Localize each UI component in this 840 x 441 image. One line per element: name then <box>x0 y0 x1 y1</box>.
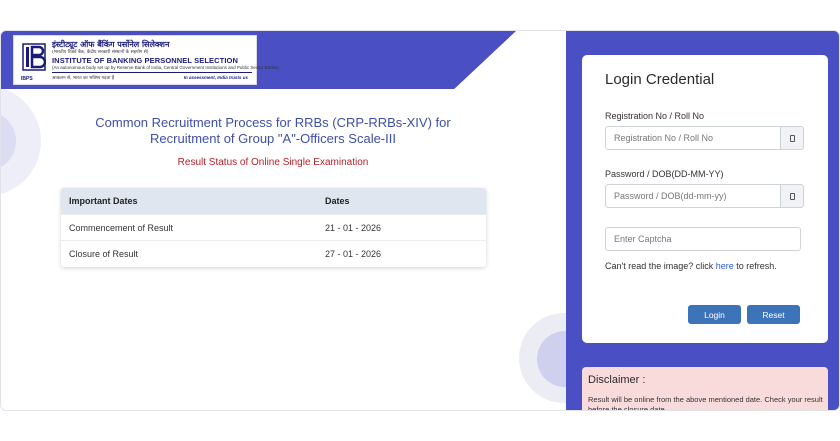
eye-icon <box>789 192 795 200</box>
captcha-refresh-text: Can't read the image? click here to refr… <box>605 261 777 271</box>
eye-icon <box>789 134 795 142</box>
refresh-suffix: to refresh. <box>733 261 777 271</box>
registration-input[interactable] <box>605 126 781 150</box>
logo-tagline-hindi: आकलन से, भारत का भविष्य गढ़ता है <box>52 76 115 81</box>
login-button[interactable]: Login <box>688 305 741 324</box>
disclaimer-title: Disclaimer : <box>588 374 646 386</box>
logo-english-subtitle: (An autonomous body set up by Reserve Ba… <box>52 65 279 70</box>
page-subtitle: Result Status of Online Single Examinati… <box>177 157 369 168</box>
logo-hindi-subtitle: (भारतीय रिज़र्व बैंक, केंद्रीय सरकारी सं… <box>52 50 149 55</box>
login-panel: Login Credential Registration No / Roll … <box>566 31 839 411</box>
column-header-dates: Dates <box>325 196 350 206</box>
login-form: Login Credential Registration No / Roll … <box>582 55 828 343</box>
password-toggle-button[interactable] <box>781 184 804 208</box>
disclaimer-box: Disclaimer : Result will be online from … <box>582 367 828 411</box>
table-header-row: Important Dates Dates <box>61 188 486 215</box>
login-title: Login Credential <box>605 71 715 88</box>
page: IBPS इंस्टीट्यूट ऑफ बैंकिंग पर्सोनेल सिल… <box>0 0 840 441</box>
captcha-refresh-link[interactable]: here <box>716 261 734 271</box>
main-card: IBPS इंस्टीट्यूट ऑफ बैंकिंग पर्सोनेल सिल… <box>0 30 840 411</box>
ibps-logo: IBPS इंस्टीट्यूट ऑफ बैंकिंग पर्सोनेल सिल… <box>13 35 279 85</box>
page-title: Common Recruitment Process for RRBs (CRP… <box>95 115 451 146</box>
password-input[interactable] <box>605 184 781 208</box>
reset-button[interactable]: Reset <box>747 305 800 324</box>
ibps-emblem-icon <box>22 43 46 71</box>
disclaimer-text: Result will be online from the above men… <box>588 395 823 411</box>
refresh-prefix: Can't read the image? click <box>605 261 716 271</box>
important-dates-table: Important Dates Dates Commencement of Re… <box>61 188 486 267</box>
logo-divider <box>52 72 252 73</box>
table-cell-event: Closure of Result <box>69 249 139 259</box>
column-header-event: Important Dates <box>69 196 138 206</box>
captcha-input[interactable] <box>605 227 801 251</box>
logo-english-name: INSTITUTE OF BANKING PERSONNEL SELECTION <box>52 56 238 65</box>
registration-label: Registration No / Roll No <box>605 111 705 121</box>
registration-toggle-button[interactable] <box>781 126 804 150</box>
logo-abbreviation: IBPS <box>21 76 33 82</box>
table-cell-date: 21 - 01 - 2026 <box>325 222 382 233</box>
table-cell-event: Commencement of Result <box>69 222 174 233</box>
logo-tagline-english: In assessment, India trusts us <box>183 75 248 80</box>
password-label: Password / DOB(DD-MM-YY) <box>605 169 724 179</box>
table-row: Closure of Result 27 - 01 - 2026 <box>61 241 486 267</box>
table-row: Commencement of Result 21 - 01 - 2026 <box>61 215 486 241</box>
table-cell-date: 27 - 01 - 2026 <box>325 249 382 259</box>
